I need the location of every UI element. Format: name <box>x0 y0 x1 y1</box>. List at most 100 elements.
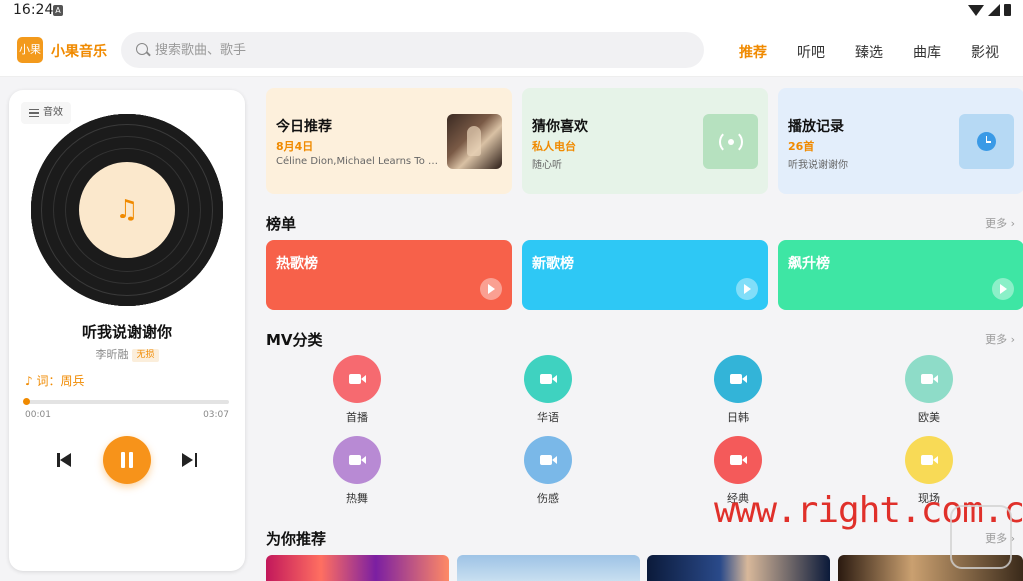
mv-category-label: 首播 <box>346 411 368 424</box>
sound-effect-label: 音效 <box>43 107 63 118</box>
mv-category-circle <box>714 436 762 484</box>
card-subtitle: 私人电台 <box>532 140 576 153</box>
mv-category-label: 日韩 <box>727 411 749 424</box>
app-header: 小果 小果音乐 推荐 听吧 臻选 曲库 影视 <box>0 22 1023 77</box>
recommend-thumbnail[interactable] <box>647 555 830 581</box>
next-button[interactable] <box>181 452 197 468</box>
tab-recommend[interactable]: 推荐 <box>739 42 767 62</box>
sound-effect-button[interactable]: 音效 <box>21 102 71 124</box>
equalizer-icon <box>29 109 39 117</box>
radio-thumb <box>703 114 758 169</box>
lyric-credit: ♪ 词：周兵 <box>25 374 85 388</box>
mv-category-circle <box>524 436 572 484</box>
progress-knob[interactable] <box>23 398 31 405</box>
search-input[interactable] <box>155 32 675 68</box>
card-title: 猜你喜欢 <box>532 119 588 135</box>
mv-category-label: 热舞 <box>346 492 368 505</box>
mv-category-western[interactable]: 欧美 <box>889 355 969 425</box>
mv-category-label: 欧美 <box>918 411 940 424</box>
video-camera-icon <box>921 455 938 465</box>
section-title-mv: MV分类 <box>266 331 323 349</box>
tab-video[interactable]: 影视 <box>971 42 999 62</box>
search-icon <box>136 43 148 55</box>
section-title-recommend: 为你推荐 <box>266 530 327 548</box>
chart-new-songs[interactable]: 新歌榜 <box>522 240 768 310</box>
mv-category-circle <box>905 355 953 403</box>
video-camera-icon <box>730 374 747 384</box>
video-camera-icon <box>540 455 557 465</box>
video-camera-icon <box>730 455 747 465</box>
vinyl-record[interactable]: ♫ <box>31 114 223 306</box>
video-camera-icon <box>921 374 938 384</box>
tab-selected[interactable]: 臻选 <box>855 42 883 62</box>
progress-slider[interactable] <box>23 398 229 405</box>
history-thumb <box>959 114 1014 169</box>
play-icon[interactable] <box>992 278 1014 300</box>
card-description: 随心听 <box>532 160 562 171</box>
signal-icon <box>988 4 1000 16</box>
chart-title: 飙升榜 <box>788 256 830 272</box>
search-bar[interactable] <box>121 32 704 68</box>
mv-category-jpkr[interactable]: 日韩 <box>698 355 778 425</box>
music-note-icon: ♫ <box>115 195 139 225</box>
artist-row: 李昕融 无损 <box>9 346 245 362</box>
system-icons <box>968 4 1011 16</box>
skip-next-icon <box>182 453 193 467</box>
mv-category-circle <box>905 436 953 484</box>
recommend-thumbnail[interactable] <box>266 555 449 581</box>
chart-hot-songs[interactable]: 热歌榜 <box>266 240 512 310</box>
artist-name[interactable]: 李昕融 <box>95 348 128 361</box>
mv-category-circle <box>524 355 572 403</box>
mv-category-label: 华语 <box>537 411 559 424</box>
notification-icon: A <box>53 5 63 16</box>
card-guess-you-like[interactable]: 猜你喜欢 私人电台 随心听 <box>522 88 768 194</box>
charts-more-link[interactable]: 更多 › <box>985 215 1015 231</box>
card-title: 播放记录 <box>788 119 844 135</box>
clock-icon <box>977 132 996 151</box>
app-logo[interactable]: 小果 <box>17 37 43 63</box>
card-play-history[interactable]: 播放记录 26首 听我说谢谢你 <box>778 88 1023 194</box>
recommend-thumbnail[interactable] <box>457 555 640 581</box>
video-camera-icon <box>349 374 366 384</box>
quality-badge: 无损 <box>132 349 159 362</box>
chart-title: 新歌榜 <box>532 256 574 272</box>
card-today-recommend[interactable]: 今日推荐 8月4日 Céline Dion,Michael Learns To … <box>266 88 512 194</box>
watermark-logo <box>950 505 1012 569</box>
mv-category-label: 伤感 <box>537 492 559 505</box>
total-time: 03:07 <box>203 410 229 420</box>
section-title-charts: 榜单 <box>266 215 297 233</box>
current-time: 00:01 <box>25 410 51 420</box>
tab-library[interactable]: 曲库 <box>913 42 941 62</box>
chart-title: 热歌榜 <box>276 256 318 272</box>
status-bar: 16:24 A <box>0 0 1023 22</box>
card-description: 听我说谢谢你 <box>788 160 848 171</box>
play-icon[interactable] <box>480 278 502 300</box>
video-camera-icon <box>349 455 366 465</box>
tab-listen[interactable]: 听吧 <box>797 42 825 62</box>
mv-category-circle <box>333 355 381 403</box>
mv-category-chinese[interactable]: 华语 <box>508 355 588 425</box>
card-title: 今日推荐 <box>276 119 332 135</box>
radio-icon <box>719 130 743 154</box>
mv-category-premiere[interactable]: 首播 <box>317 355 397 425</box>
pause-button[interactable] <box>103 436 151 484</box>
mv-more-link[interactable]: 更多 › <box>985 331 1015 347</box>
vinyl-label: ♫ <box>79 162 175 258</box>
card-subtitle: 8月4日 <box>276 140 314 153</box>
previous-button[interactable] <box>57 452 73 468</box>
album-cover-image <box>447 114 502 169</box>
chart-rising[interactable]: 飙升榜 <box>778 240 1023 310</box>
wifi-icon <box>968 4 984 16</box>
card-description: Céline Dion,Michael Learns To R... <box>276 156 441 167</box>
status-time: 16:24 <box>13 2 54 18</box>
mv-category-dance[interactable]: 热舞 <box>317 436 397 506</box>
card-subtitle: 26首 <box>788 140 815 153</box>
now-playing-card: 音效 ♫ 听我说谢谢你 李昕融 无损 ♪ 词：周兵 00:01 03:07 <box>9 90 245 571</box>
app-name: 小果音乐 <box>51 44 107 60</box>
mv-category-circle <box>714 355 762 403</box>
song-title: 听我说谢谢你 <box>81 323 172 341</box>
play-icon[interactable] <box>736 278 758 300</box>
battery-icon <box>1004 4 1011 16</box>
mv-category-sad[interactable]: 伤感 <box>508 436 588 506</box>
video-camera-icon <box>540 374 557 384</box>
